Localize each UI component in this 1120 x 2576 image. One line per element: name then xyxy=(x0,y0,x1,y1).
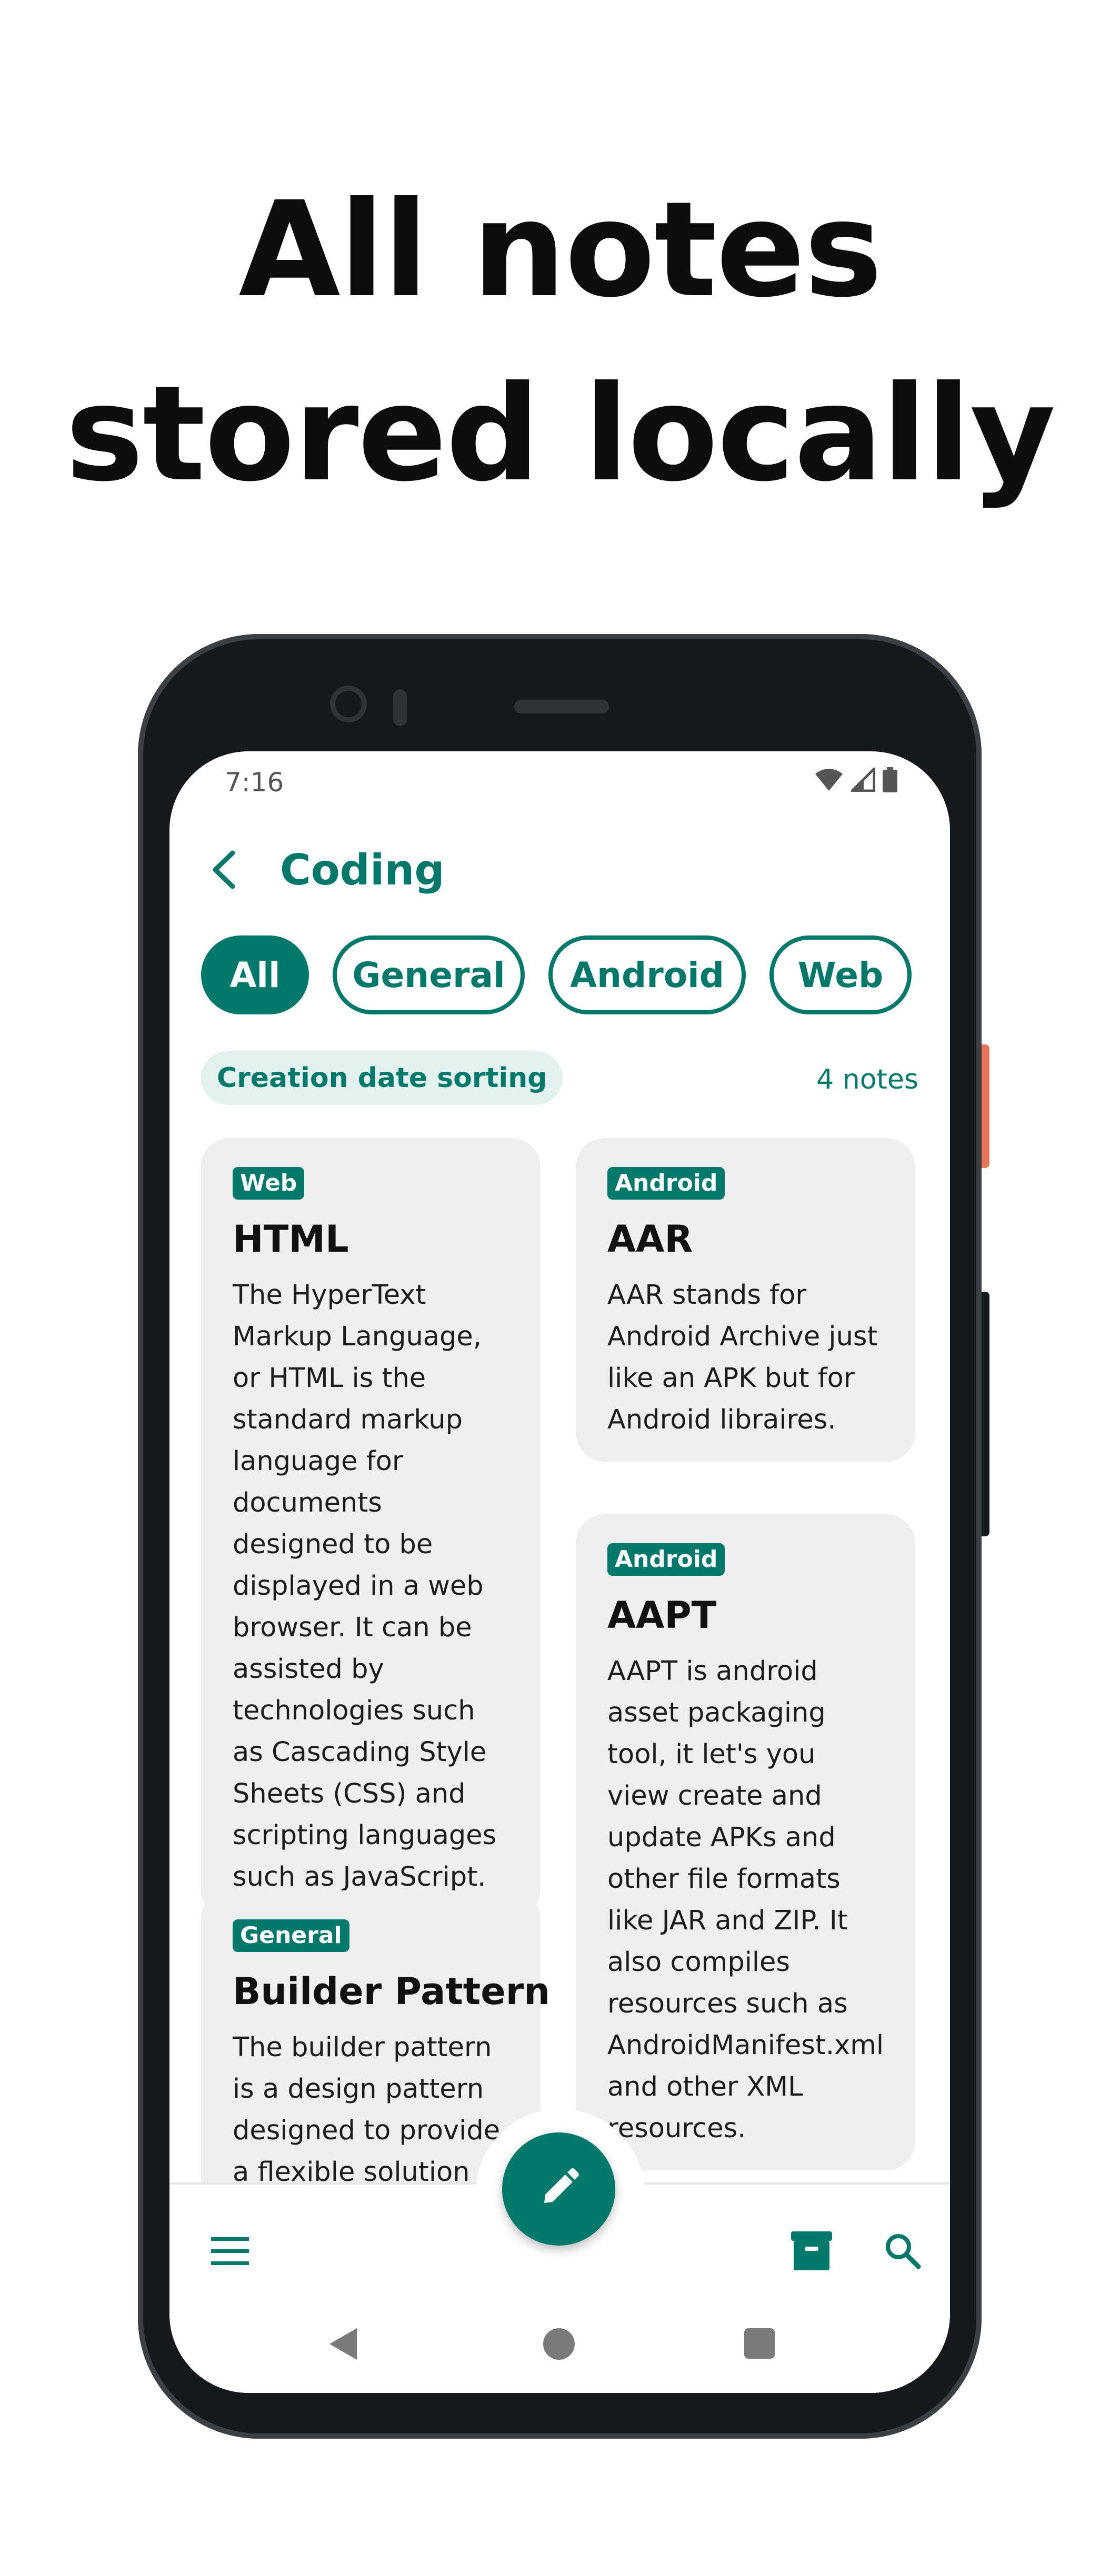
note-body: AAPT is android asset packaging tool, it… xyxy=(607,1656,884,2144)
signal-icon xyxy=(848,765,876,794)
chip-android[interactable]: Android xyxy=(548,935,746,1014)
menu-icon[interactable] xyxy=(201,2222,259,2280)
earpiece-speaker xyxy=(514,700,609,713)
note-title: AAPT xyxy=(607,1594,717,1637)
nav-home-icon[interactable] xyxy=(543,2328,575,2360)
chip-general[interactable]: General xyxy=(333,935,525,1014)
note-count: 4 notes xyxy=(816,1064,918,1095)
archive-icon[interactable] xyxy=(780,2219,843,2282)
note-card-aar[interactable]: Android AAR AAR stands for Android Archi… xyxy=(576,1138,915,1462)
status-time: 7:16 xyxy=(225,767,284,798)
arrow-back-icon[interactable] xyxy=(201,846,248,893)
app-bar: Coding xyxy=(201,838,445,901)
note-title: HTML xyxy=(233,1217,349,1261)
note-tag: Web xyxy=(233,1167,305,1200)
front-camera xyxy=(330,686,367,722)
note-title: Builder Pattern xyxy=(233,1970,551,2013)
headline-line-2: stored locally xyxy=(65,357,1056,510)
edit-pencil-icon xyxy=(538,2167,580,2211)
headline-line-1: All notes xyxy=(238,173,883,326)
note-tag: General xyxy=(233,1919,349,1952)
phone-screen: 7:16 Coding All General Android Web Crea… xyxy=(169,751,950,2393)
note-card-aapt[interactable]: Android AAPT AAPT is android asset packa… xyxy=(576,1514,915,2170)
status-icons xyxy=(814,765,897,794)
note-title: AAR xyxy=(607,1217,693,1261)
chip-all[interactable]: All xyxy=(201,935,309,1014)
note-card-html[interactable]: Web HTML The HyperText Markup Language, … xyxy=(201,1138,541,1919)
note-body: The HyperText Markup Language, or HTML i… xyxy=(233,1280,497,1893)
proximity-sensor xyxy=(393,689,407,726)
headline: All notes stored locally xyxy=(0,158,1120,526)
wifi-icon xyxy=(814,768,844,794)
note-tag: Android xyxy=(607,1543,725,1576)
page-title: Coding xyxy=(280,845,445,894)
nav-back-icon[interactable] xyxy=(327,2327,359,2363)
search-icon[interactable] xyxy=(871,2219,934,2282)
new-note-fab[interactable] xyxy=(502,2132,615,2246)
battery-icon xyxy=(883,767,897,794)
sort-button[interactable]: Creation date sorting xyxy=(201,1051,563,1105)
note-body: AAR stands for Android Archive just like… xyxy=(607,1280,878,1435)
nav-recents-icon[interactable] xyxy=(744,2328,775,2359)
note-body: The builder pattern is a design pattern … xyxy=(233,2032,501,2188)
note-tag: Android xyxy=(607,1167,725,1200)
filter-chip-row: All General Android Web xyxy=(201,935,950,1020)
chip-web[interactable]: Web xyxy=(769,935,912,1014)
